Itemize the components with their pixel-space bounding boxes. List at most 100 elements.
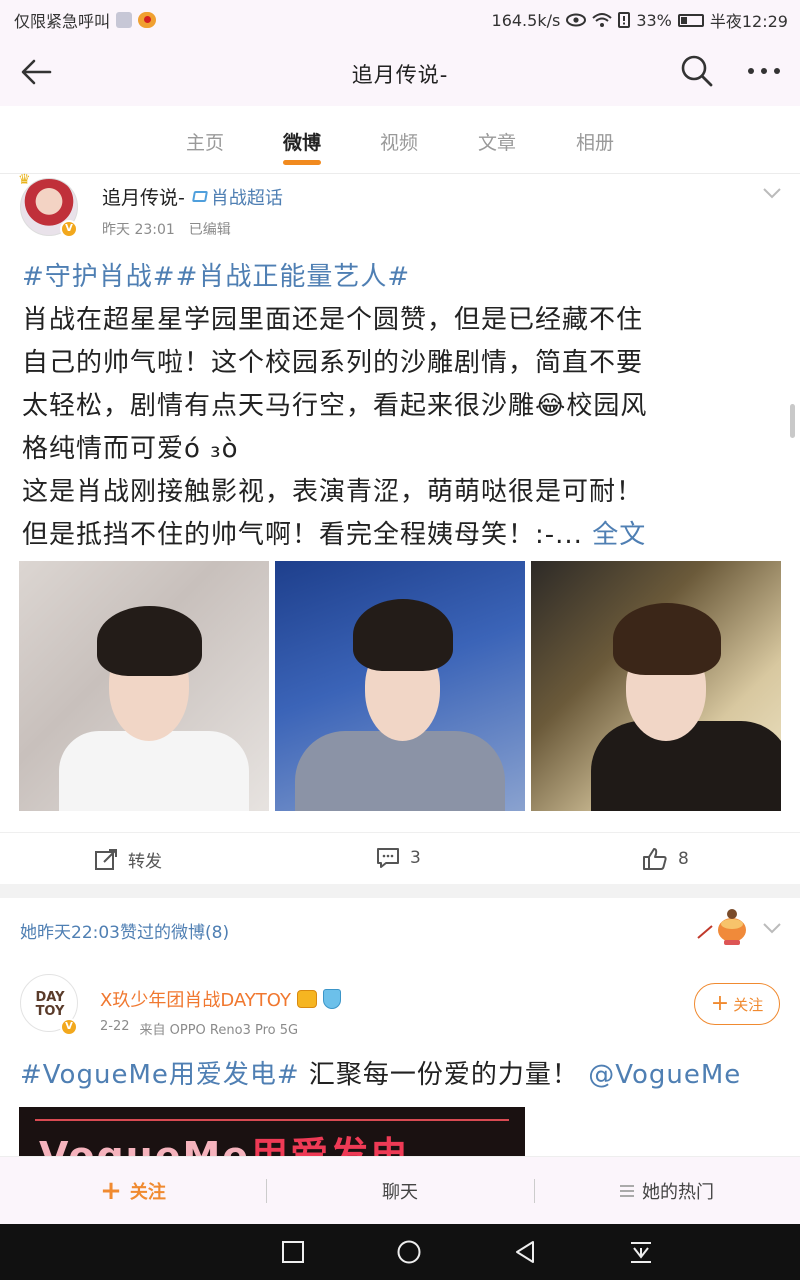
notification-pulldown-icon[interactable]	[628, 1239, 654, 1265]
battery-icon	[677, 13, 704, 27]
system-navigation-bar	[0, 1224, 800, 1280]
hotpot-sticker-icon	[697, 909, 746, 945]
network-speed: 164.5k/s	[491, 10, 561, 30]
post-hashtags[interactable]: #守护肖战##肖战正能量艺人#	[22, 256, 782, 299]
post-image[interactable]	[531, 561, 781, 811]
search-icon[interactable]	[678, 52, 716, 90]
profile-tabs: 主页 微博 视频 文章 相册	[0, 106, 800, 174]
photo-shirt	[59, 731, 249, 811]
chat-label: 聊天	[382, 1182, 418, 1203]
sim-icon	[618, 12, 631, 28]
home-icon[interactable]	[396, 1239, 422, 1265]
tab-video[interactable]: 视频	[359, 128, 439, 155]
plus-icon: +	[710, 991, 730, 1016]
battery-percent: 33%	[636, 10, 672, 30]
her-hot-button[interactable]: 她的热门	[534, 1157, 800, 1225]
author-name[interactable]: 追月传说-	[102, 183, 185, 210]
photo-hair	[353, 599, 453, 671]
scrollbar-thumb[interactable]	[790, 404, 795, 438]
repost-icon	[95, 848, 117, 870]
tab-home[interactable]: 主页	[165, 128, 245, 155]
follow-label: 关注	[733, 995, 764, 1014]
follow-button[interactable]: + 关注	[694, 983, 780, 1025]
tab-weibo[interactable]: 微博	[262, 128, 342, 155]
back-icon[interactable]	[512, 1239, 538, 1265]
post-body: #VogueMe用爱发电# 汇聚每一份爱的力量！ @VogueMe	[20, 1055, 790, 1095]
post-image[interactable]	[275, 561, 525, 811]
supertopic-label: 肖战超话	[210, 187, 283, 209]
weibo-notification-icon	[138, 12, 157, 28]
post-line: 格纯情而可爱ό ₃ὸ	[22, 434, 239, 464]
comment-icon	[377, 848, 399, 868]
fan-shield-icon	[322, 989, 341, 1009]
edited-label: 已编辑	[188, 222, 231, 238]
tab-album[interactable]: 相册	[555, 128, 635, 155]
crown-icon: ♛	[18, 172, 31, 188]
photo-hair	[97, 606, 202, 676]
vip-crown-icon	[296, 990, 317, 1008]
post-text: 汇聚每一份爱的力量！	[299, 1060, 579, 1090]
bottom-follow-label: 关注	[129, 1182, 166, 1203]
status-left: 仅限紧急呼叫	[14, 8, 157, 32]
comment-button[interactable]: 3	[376, 847, 421, 869]
mention-link[interactable]: @VogueMe	[588, 1060, 741, 1090]
post-source: 来自 OPPO Reno3 Pro 5G	[139, 1023, 299, 1038]
chevron-down-icon[interactable]	[762, 186, 782, 200]
post-line: 太轻松，剧情有点天马行空，看起来很沙雕😂校园风	[22, 391, 648, 421]
verified-badge-icon: V	[60, 220, 78, 238]
status-right: 164.5k/s 33% 半夜12:29	[492, 8, 788, 32]
plus-icon: +	[100, 1176, 122, 1206]
status-bar: 仅限紧急呼叫 164.5k/s 33% 半夜12:29	[0, 0, 800, 40]
post-date: 2-22	[100, 1019, 130, 1034]
post-line: 自己的帅气啦！这个校园系列的沙雕剧情，简直不要	[22, 348, 644, 378]
recent-apps-icon[interactable]	[280, 1239, 306, 1265]
comment-count: 3	[410, 848, 421, 868]
carrier-text: 仅限紧急呼叫	[14, 12, 111, 31]
post-meta: 2-22 来自 OPPO Reno3 Pro 5G	[100, 1019, 298, 1038]
post-line: 但是抵挡不住的帅气啊！看完全程姨母笑！:-...	[22, 520, 583, 550]
profile-header: 追月传说-	[0, 40, 800, 106]
photo-hair	[613, 603, 721, 675]
clock: 半夜12:29	[709, 12, 788, 31]
post-line: 这是肖战刚接触影视，表演青涩，萌萌哒很是可耐！	[22, 477, 644, 507]
supertopic-link[interactable]: 肖战超话	[191, 184, 283, 210]
author-name[interactable]: X玖少年团肖战DAYTOY	[100, 986, 291, 1012]
avatar-logo-text: DAY TOY	[35, 990, 65, 1019]
her-hot-label: 她的热门	[642, 1182, 714, 1203]
wifi-icon	[592, 13, 612, 27]
post-image[interactable]	[19, 561, 269, 811]
post-hashtag[interactable]: #VogueMe用爱发电#	[20, 1060, 300, 1090]
menu-lines-icon	[620, 1185, 634, 1197]
battery-fill	[680, 16, 688, 24]
repost-button[interactable]: 转发	[94, 847, 162, 872]
chevron-down-icon[interactable]	[762, 921, 782, 935]
chat-button[interactable]: 聊天	[266, 1157, 534, 1225]
tab-articles[interactable]: 文章	[457, 128, 537, 155]
post-body: #守护肖战##肖战正能量艺人# 肖战在超星星学园里面还是个圆赞，但是已经藏不住 …	[22, 256, 782, 557]
like-button[interactable]: 8	[642, 847, 689, 871]
thumbs-up-icon	[643, 848, 667, 870]
post-action-bar: 转发 3 8	[0, 832, 800, 884]
liked-notice[interactable]: 她昨天22:03赞过的微博(8)	[20, 918, 229, 943]
bottom-follow-button[interactable]: + 关注	[0, 1157, 266, 1225]
expand-full-text-link[interactable]: 全文	[592, 520, 646, 550]
post-image-grid	[19, 561, 781, 811]
diamond-icon	[191, 191, 208, 202]
active-tab-indicator	[283, 160, 321, 165]
post-author-row: X玖少年团肖战DAYTOY	[100, 986, 341, 1012]
notification-app-icon	[116, 12, 133, 28]
more-icon[interactable]	[744, 54, 784, 88]
like-count: 8	[678, 849, 689, 869]
post-separator	[0, 884, 800, 898]
post-meta: 昨天 23:01 已编辑	[102, 219, 231, 239]
repost-label: 转发	[128, 852, 162, 872]
post-line-last: 但是抵挡不住的帅气啊！看完全程姨母笑！:-... 全文	[22, 514, 782, 557]
photo-shirt	[295, 731, 505, 811]
post-author-row: 追月传说- 肖战超话	[102, 183, 283, 210]
post-time: 昨天 23:01	[102, 222, 175, 238]
eye-icon	[566, 13, 587, 27]
banner-rule	[35, 1119, 509, 1121]
profile-bottom-bar: + 关注 聊天 她的热门	[0, 1156, 800, 1224]
photo-shirt	[591, 721, 781, 811]
post-line: 肖战在超星星学园里面还是个圆赞，但是已经藏不住	[22, 305, 644, 335]
